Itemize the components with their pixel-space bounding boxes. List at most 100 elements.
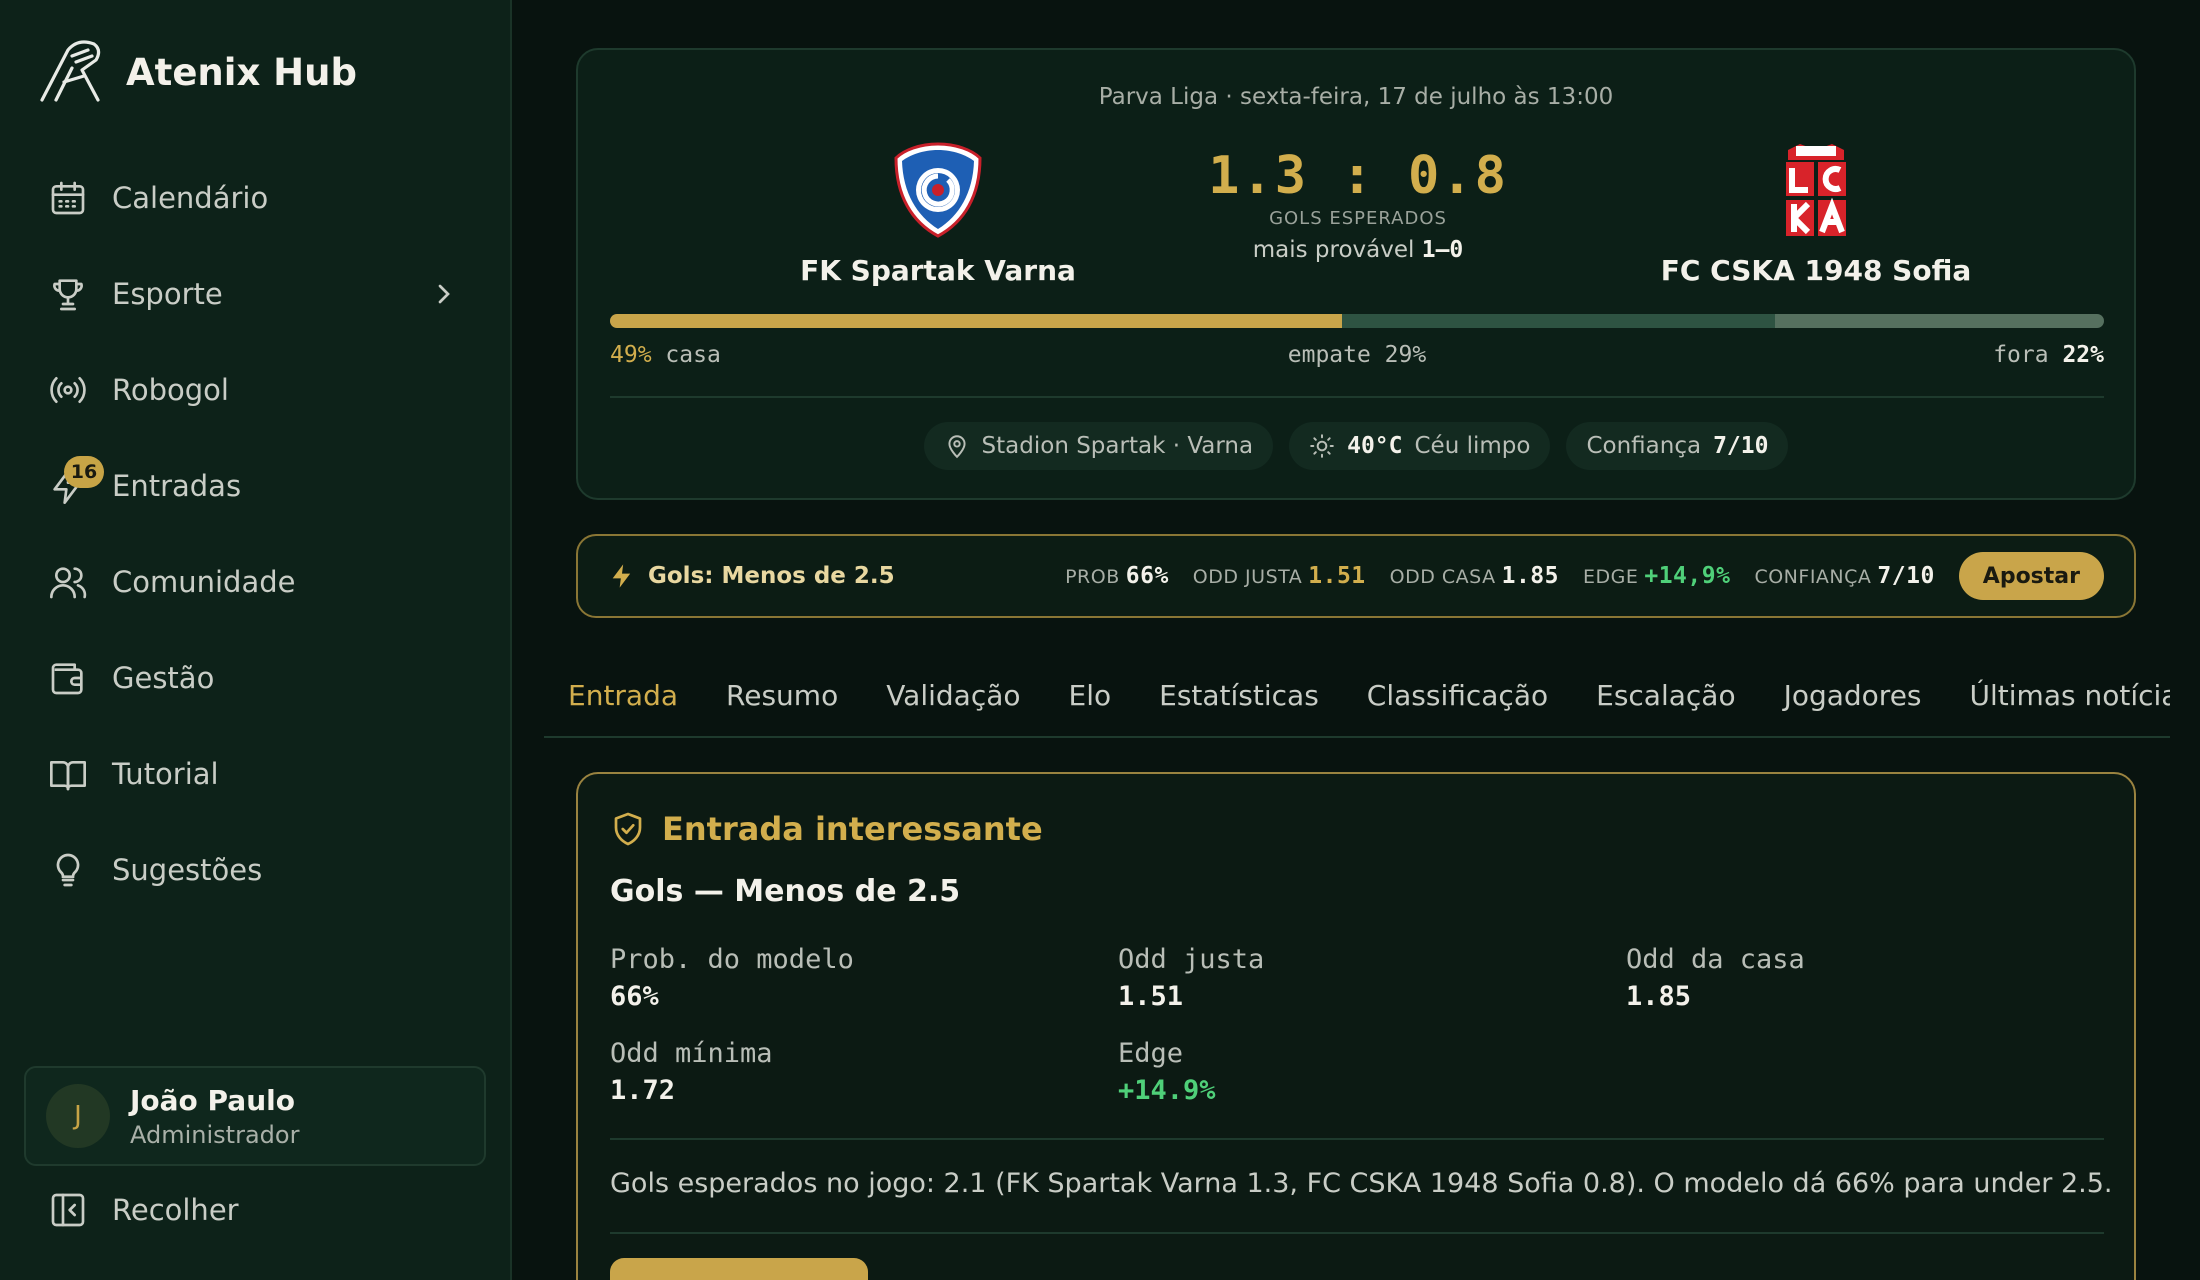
temperature-value: 40°C <box>1347 433 1403 459</box>
place-bet-button[interactable]: Apostar <box>1958 552 2104 600</box>
metric-value: 1.85 <box>1626 981 1692 1012</box>
confidence-chip: Confiança 7/10 <box>1566 422 1789 470</box>
weather-text: Céu limpo <box>1414 433 1531 459</box>
sidebar-item-entradas[interactable]: 16 Entradas <box>0 438 512 534</box>
atenix-logo-icon <box>40 40 101 102</box>
tab-entrada[interactable]: Entrada <box>544 652 702 736</box>
tab-resumo[interactable]: Resumo <box>702 652 862 736</box>
xg-score: 1.3 : 0.8 <box>1208 146 1508 206</box>
bet-confidence: CONFIANÇA 7/10 <box>1754 563 1934 589</box>
spartak-varna-crest-icon <box>894 142 982 238</box>
bet-fair-odd-value: 1.51 <box>1308 563 1366 589</box>
metric-value: +14.9% <box>1118 1075 1216 1106</box>
bet-prob-label: PROB <box>1065 566 1120 588</box>
tab-classificacao[interactable]: Classificação <box>1343 652 1572 736</box>
bet-summary-strip: Gols: Menos de 2.5 PROB 66% ODD JUSTA 1.51… <box>576 534 2136 618</box>
home-probability-text: casa <box>665 342 721 368</box>
entradas-count-badge: 16 <box>64 456 104 488</box>
sidebar-item-label: Tutorial <box>112 757 219 791</box>
metric-label: Odd mínima <box>610 1038 773 1069</box>
home-team-name: FK Spartak Varna <box>800 254 1076 287</box>
tab-estatisticas[interactable]: Estatísticas <box>1135 652 1343 736</box>
bet-market: Gols: Menos de 2.5 <box>608 561 895 591</box>
sidebar-item-calendario[interactable]: Calendário <box>0 150 512 246</box>
bolt-icon <box>612 564 631 588</box>
away-team[interactable]: FC CSKA 1948 Sofia <box>1646 140 1986 287</box>
home-probability-label: 49% casa <box>610 342 721 368</box>
draw-probability-segment <box>1342 314 1776 328</box>
trophy-icon <box>53 279 83 311</box>
bet-edge-label: EDGE <box>1582 566 1639 588</box>
bet-prob-value: 66% <box>1125 563 1169 589</box>
home-team[interactable]: FK Spartak Varna <box>768 140 1108 287</box>
bet-edge-value: +14,9% <box>1644 563 1731 589</box>
metric-min-odd: Odd mínima 1.72 <box>610 1038 1118 1106</box>
main-content: Parva Liga · sexta-feira, 17 de julho às… <box>514 0 2200 1280</box>
entry-card: Entrada interessante Gols — Menos de 2.5… <box>576 772 2136 1280</box>
bet-market-text: Gols: Menos de 2.5 <box>648 563 895 589</box>
metric-label: Odd da casa <box>1626 944 1805 975</box>
broadcast-icon <box>50 377 86 403</box>
away-probability-segment <box>1775 314 2104 328</box>
collapse-label: Recolher <box>112 1193 239 1227</box>
venue-text: Stadion Spartak · Varna <box>981 433 1254 459</box>
metric-model-prob: Prob. do modelo 66% <box>610 944 1118 1012</box>
sun-icon <box>1310 434 1334 458</box>
sidebar-item-label: Gestão <box>112 661 215 695</box>
outcome-probability-labels: empate 29% 49% casa fora 22% <box>610 342 2104 372</box>
entry-action-button[interactable] <box>610 1258 868 1280</box>
bet-prob: PROB 66% <box>1065 563 1169 589</box>
divider <box>610 1232 2104 1234</box>
weather-chip: 40°C Céu limpo <box>1289 422 1551 470</box>
most-likely-label: mais provável <box>1252 237 1415 263</box>
entry-heading: Entrada interessante <box>610 810 1043 848</box>
sidebar-item-label: Robogol <box>112 373 229 407</box>
user-role: Administrador <box>130 1120 300 1149</box>
xg-label: GOLS ESPERADOS <box>1269 208 1447 229</box>
entry-market: Gols — Menos de 2.5 <box>610 874 961 909</box>
bet-stats: PROB 66% ODD JUSTA 1.51 ODD CASA 1.85 EDGE +… <box>1065 552 2104 600</box>
match-info-chips: Stadion Spartak · Varna 40°C Céu limpo C… <box>578 422 2134 470</box>
metric-value: 1.51 <box>1118 981 1184 1012</box>
bet-fair-odd-label: ODD JUSTA <box>1192 566 1303 588</box>
draw-probability-label: empate 29% <box>1287 342 1427 368</box>
users-icon <box>50 567 87 599</box>
bet-confidence-label: CONFIANÇA <box>1754 566 1872 588</box>
tab-validacao[interactable]: Validação <box>862 652 1044 736</box>
entry-metrics: Prob. do modelo 66% Odd justa 1.51 Odd d… <box>610 944 2110 1106</box>
away-probability-value: 22% <box>2062 342 2104 368</box>
entry-heading-text: Entrada interessante <box>662 810 1043 848</box>
sidebar-item-esporte[interactable]: Esporte <box>0 246 512 342</box>
metric-fair-odd: Odd justa 1.51 <box>1118 944 1626 1012</box>
metric-label: Odd justa <box>1118 944 1265 975</box>
outcome-probability-bar <box>610 314 2104 328</box>
most-likely-value: 1–0 <box>1421 237 1464 263</box>
collapse-sidebar-button[interactable]: Recolher <box>48 1190 239 1230</box>
cska-sofia-crest-icon <box>1786 144 1846 236</box>
sidebar-item-robogol[interactable]: Robogol <box>0 342 512 438</box>
tab-jogadores[interactable]: Jogadores <box>1760 652 1946 736</box>
sidebar-item-tutorial[interactable]: Tutorial <box>0 726 512 822</box>
tab-row: Entrada Resumo Validação Elo Estatísticas Cla… <box>544 652 2170 736</box>
sidebar-item-sugestoes[interactable]: Sugestões <box>0 822 512 918</box>
user-card[interactable]: J João Paulo Administrador <box>24 1066 486 1166</box>
away-probability-text: fora <box>1993 342 2049 368</box>
metric-value: 66% <box>610 981 659 1012</box>
tab-ultimas-noticias[interactable]: Últimas notícias <box>1946 652 2170 736</box>
shield-check-icon <box>614 812 642 846</box>
sidebar-nav: Calendário Esporte Robogol 16 Entradas C… <box>0 150 512 918</box>
tab-elo[interactable]: Elo <box>1045 652 1136 736</box>
wallet-icon <box>51 663 83 695</box>
sidebar-item-label: Calendário <box>112 181 269 215</box>
sidebar-item-comunidade[interactable]: Comunidade <box>0 534 512 630</box>
confidence-label: Confiança <box>1586 433 1702 459</box>
sidebar-item-gestao[interactable]: Gestão <box>0 630 512 726</box>
brand[interactable]: Atenix Hub <box>38 40 357 104</box>
bet-confidence-value: 7/10 <box>1877 563 1935 589</box>
entry-description: Gols esperados no jogo: 2.1 (FK Spartak … <box>610 1168 2113 1199</box>
match-header-card: Parva Liga · sexta-feira, 17 de julho às… <box>576 48 2136 500</box>
metric-label: Prob. do modelo <box>610 944 854 975</box>
away-probability-label: fora 22% <box>1993 342 2104 368</box>
sidebar-item-label: Entradas <box>112 469 242 503</box>
tab-escalacao[interactable]: Escalação <box>1572 652 1759 736</box>
